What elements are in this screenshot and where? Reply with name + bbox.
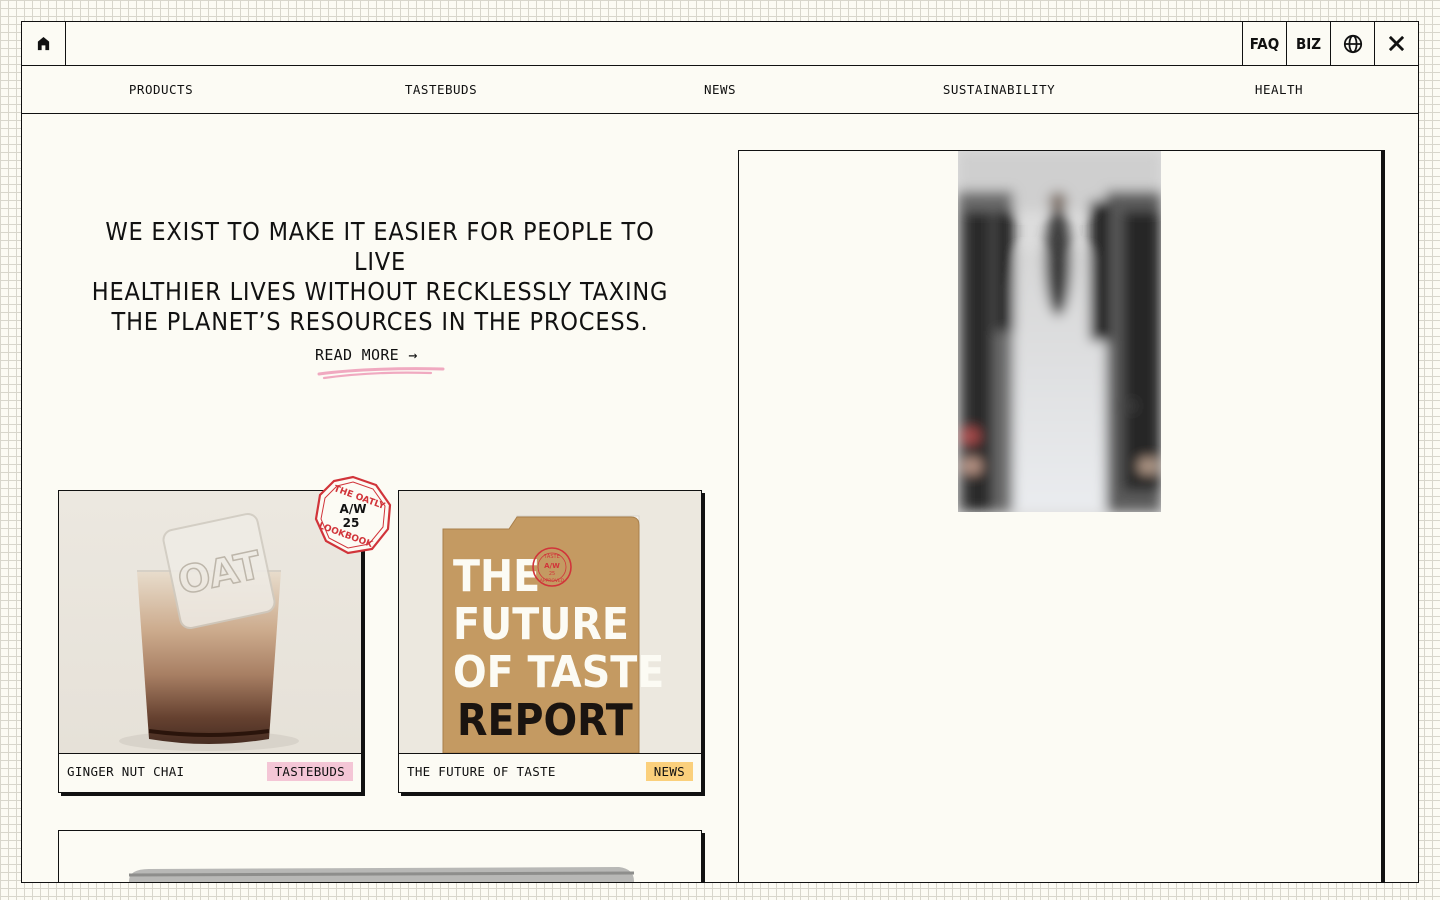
future-of-taste-image: THE FUTURE OF TASTE REPORT TASTE A/W 25 … xyxy=(399,491,701,754)
faq-label: FAQ xyxy=(1249,34,1280,53)
card-title: GINGER NUT CHAI xyxy=(67,764,185,779)
globe-icon xyxy=(1343,34,1362,53)
article-card-future-of-taste[interactable]: THE FUTURE OF TASTE REPORT TASTE A/W 25 … xyxy=(398,490,702,793)
faq-button[interactable]: FAQ xyxy=(1242,22,1286,65)
svg-text:25: 25 xyxy=(549,571,555,577)
mission-line: HEALTHIER LIVES WITHOUT RECKLESSLY TAXIN… xyxy=(91,277,669,306)
language-button[interactable] xyxy=(1330,22,1374,65)
nav-item-tastebuds[interactable]: TASTEBUDS xyxy=(405,66,477,113)
mission-statement: WE EXIST TO MAKE IT EASIER FOR PEOPLE TO… xyxy=(80,217,680,337)
main-nav: PRODUCTS TASTEBUDS NEWS SUSTAINABILITY H… xyxy=(22,66,1418,114)
mission-line: WE EXIST TO MAKE IT EASIER FOR PEOPLE TO… xyxy=(105,217,655,276)
mission-line: THE PLANET’S RESOURCES IN THE PROCESS. xyxy=(111,307,649,336)
tastebuds-tag[interactable]: TASTEBUDS xyxy=(266,762,353,781)
biz-button[interactable]: BIZ xyxy=(1286,22,1330,65)
nav-item-sustainability[interactable]: SUSTAINABILITY xyxy=(943,66,1055,113)
biz-label: BIZ xyxy=(1295,34,1322,53)
read-more-underline xyxy=(317,367,445,380)
article-card-partial[interactable] xyxy=(58,830,702,882)
arrow-right-icon: → xyxy=(408,346,418,364)
svg-text:THE: THE xyxy=(453,551,540,602)
read-more-label: READ MORE xyxy=(315,346,399,364)
top-bar: FAQ BIZ xyxy=(22,22,1418,66)
close-button[interactable] xyxy=(1374,22,1418,65)
lookbook-stamp: THE OATLY LOOKBOOK A/W 25 xyxy=(314,475,392,555)
svg-text:FUTURE: FUTURE xyxy=(453,599,629,650)
partial-card-image xyxy=(128,867,635,882)
svg-text:A/W: A/W xyxy=(340,502,367,516)
svg-text:A/W: A/W xyxy=(544,562,560,570)
svg-text:REPORT: REPORT xyxy=(457,695,633,746)
news-tag[interactable]: NEWS xyxy=(645,762,693,781)
svg-text:OF TASTE: OF TASTE xyxy=(453,647,664,698)
nav-item-news[interactable]: NEWS xyxy=(704,66,736,113)
nav-item-products[interactable]: PRODUCTS xyxy=(129,66,193,113)
runway-video[interactable] xyxy=(958,151,1161,512)
home-icon xyxy=(37,36,50,51)
svg-text:TASTE: TASTE xyxy=(543,554,559,560)
featured-video-panel xyxy=(738,150,1382,882)
home-button[interactable] xyxy=(22,22,66,65)
read-more-link[interactable]: READ MORE → xyxy=(315,346,418,364)
card-title: THE FUTURE OF TASTE xyxy=(407,764,556,779)
nav-item-health[interactable]: HEALTH xyxy=(1255,66,1303,113)
page-frame: FAQ BIZ PRODUCTS TASTEBUDS NEWS SUSTAINA… xyxy=(21,21,1419,883)
svg-text:25: 25 xyxy=(343,516,360,530)
svg-text:APPROVED: APPROVED xyxy=(540,578,565,584)
close-icon xyxy=(1389,36,1404,51)
